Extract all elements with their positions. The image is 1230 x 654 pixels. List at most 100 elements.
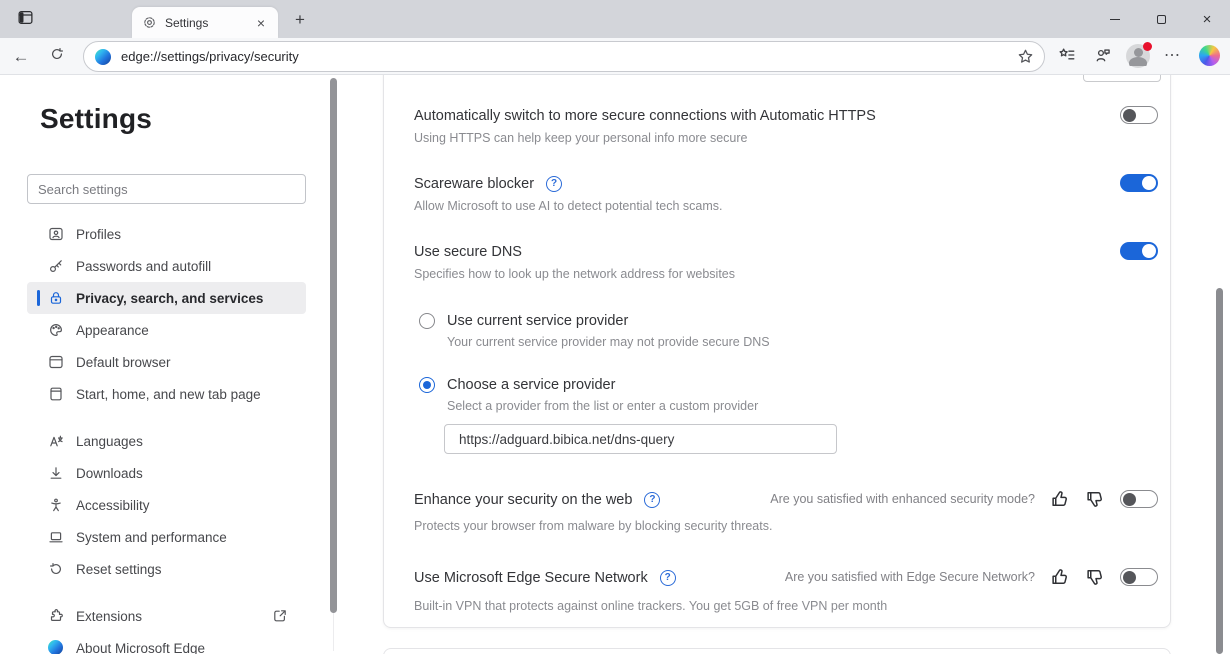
sidebar-item-label: Start, home, and new tab page <box>76 387 261 402</box>
puzzle-icon <box>48 608 64 624</box>
scareware-blocker-toggle[interactable] <box>1120 174 1158 192</box>
sidebar-item-label: About Microsoft Edge <box>76 641 205 654</box>
reset-icon <box>48 561 64 577</box>
dns-option-choose-provider: Choose a service provider Select a provi… <box>419 376 1158 413</box>
person-chat-icon <box>1094 46 1112 69</box>
setting-title: Use secure DNS <box>414 242 1158 262</box>
sidebar-item-label: Appearance <box>76 323 149 338</box>
url-text[interactable]: edge://settings/privacy/security <box>121 49 1017 64</box>
setting-title: Scareware blocker <box>414 174 534 194</box>
browser-feedback-button[interactable] <box>1089 43 1117 71</box>
secure-network-toggle[interactable] <box>1120 568 1158 586</box>
refresh-icon <box>49 46 65 67</box>
new-tab-button[interactable]: + <box>288 8 312 32</box>
sidebar-item-appearance[interactable]: Appearance <box>27 314 306 346</box>
setting-row-enhanced-security: Enhance your security on the web ? Prote… <box>414 490 1158 534</box>
setting-row-scareware-blocker: Scareware blocker ? Allow Microsoft to u… <box>414 174 1158 214</box>
page-icon <box>48 386 64 402</box>
secure-dns-toggle[interactable] <box>1120 242 1158 260</box>
copilot-icon[interactable] <box>1199 45 1220 66</box>
dns-option-current-provider: Use current service provider Your curren… <box>419 312 1158 349</box>
back-button[interactable]: ← <box>6 42 36 71</box>
tab-close-icon[interactable]: × <box>252 14 270 32</box>
sidebar-item-about[interactable]: About Microsoft Edge <box>27 632 306 654</box>
setting-row-secure-dns: Use secure DNS Specifies how to look up … <box>414 242 1158 282</box>
tab-title: Settings <box>165 16 252 30</box>
add-favorite-star-icon[interactable] <box>1017 48 1034 65</box>
sidebar-item-label: Languages <box>76 434 143 449</box>
window-maximize-button[interactable] <box>1138 0 1184 38</box>
minimize-icon <box>1110 19 1120 20</box>
sidebar-item-downloads[interactable]: Downloads <box>27 457 306 489</box>
security-section-card: Automatically switch to more secure conn… <box>383 75 1171 628</box>
setting-row-automatic-https: Automatically switch to more secure conn… <box>414 106 1158 146</box>
palette-icon <box>48 322 64 338</box>
feedback-question: Are you satisfied with enhanced security… <box>770 492 1035 506</box>
sidebar-item-reset[interactable]: Reset settings <box>27 553 306 585</box>
setting-title: Enhance your security on the web <box>414 490 632 510</box>
window-close-button[interactable]: × <box>1184 0 1230 38</box>
search-input[interactable] <box>27 174 306 204</box>
radio-description: Your current service provider may not pr… <box>447 335 1158 349</box>
refresh-button[interactable] <box>42 42 72 71</box>
profile-avatar[interactable] <box>1126 44 1150 68</box>
help-icon[interactable]: ? <box>644 492 660 508</box>
automatic-https-toggle[interactable] <box>1120 106 1158 124</box>
sidebar-item-label: Privacy, search, and services <box>76 291 263 306</box>
tab-actions-menu-button[interactable] <box>10 8 40 32</box>
sidebar-item-accessibility[interactable]: Accessibility <box>27 489 306 521</box>
sidebar-nav: Profiles Passwords and autofill Privacy,… <box>27 218 306 654</box>
help-icon[interactable]: ? <box>660 570 676 586</box>
browser-window-icon <box>48 354 64 370</box>
sidebar-item-profiles[interactable]: Profiles <box>27 218 306 250</box>
sidebar-item-label: Default browser <box>76 355 171 370</box>
setting-title: Automatically switch to more secure conn… <box>414 106 1158 126</box>
lock-icon <box>48 290 64 306</box>
window-minimize-button[interactable] <box>1092 0 1138 38</box>
tracking-dropdown-partial[interactable] <box>1083 75 1161 82</box>
sidebar-item-label: Reset settings <box>76 562 162 577</box>
thumbs-up-icon[interactable] <box>1050 489 1070 509</box>
languages-icon <box>48 433 64 449</box>
notification-dot <box>1143 42 1152 51</box>
sidebar-item-passwords[interactable]: Passwords and autofill <box>27 250 306 282</box>
settings-menu-button[interactable] <box>1158 43 1186 71</box>
external-link-icon <box>272 608 288 624</box>
sidebar-item-system[interactable]: System and performance <box>27 521 306 553</box>
thumbs-down-icon[interactable] <box>1085 489 1105 509</box>
window-controls: × <box>1092 0 1230 38</box>
feedback-cluster: Are you satisfied with enhanced security… <box>770 489 1158 509</box>
enhanced-security-toggle[interactable] <box>1120 490 1158 508</box>
dns-provider-input[interactable] <box>444 424 837 454</box>
radio-label[interactable]: Use current service provider <box>447 312 1158 331</box>
feedback-question: Are you satisfied with Edge Secure Netwo… <box>785 570 1035 584</box>
radio-label[interactable]: Choose a service provider <box>447 376 1158 395</box>
sidebar-item-default-browser[interactable]: Default browser <box>27 346 306 378</box>
favorites-button[interactable] <box>1053 43 1081 71</box>
sidebar-item-start-home[interactable]: Start, home, and new tab page <box>27 378 306 410</box>
help-icon[interactable]: ? <box>546 176 562 192</box>
laptop-icon <box>48 529 64 545</box>
sidebar-scrollbar-thumb[interactable] <box>330 78 337 613</box>
setting-subtitle: Using HTTPS can help keep your personal … <box>414 130 1158 146</box>
sidebar-item-label: Profiles <box>76 227 121 242</box>
page-scrollbar-thumb[interactable] <box>1216 288 1223 654</box>
sidebar-item-extensions[interactable]: Extensions <box>27 600 306 632</box>
page-title: Settings <box>40 103 340 135</box>
radio-button-unselected[interactable] <box>419 313 435 329</box>
radio-button-selected[interactable] <box>419 377 435 393</box>
next-section-card-partial <box>383 648 1171 654</box>
setting-subtitle: Protects your browser from malware by bl… <box>414 518 1158 534</box>
tab-settings[interactable]: Settings × <box>132 7 278 38</box>
gear-icon <box>142 15 157 30</box>
thumbs-down-icon[interactable] <box>1085 567 1105 587</box>
sidebar-item-label: Downloads <box>76 466 143 481</box>
sidebar-item-privacy[interactable]: Privacy, search, and services <box>27 282 306 314</box>
sidebar-item-languages[interactable]: Languages <box>27 425 306 457</box>
settings-sidebar: Settings Profiles Passwords and autofill… <box>0 75 340 654</box>
settings-page: Settings Profiles Passwords and autofill… <box>0 75 1230 654</box>
address-bar[interactable]: edge://settings/privacy/security <box>83 41 1045 72</box>
thumbs-up-icon[interactable] <box>1050 567 1070 587</box>
download-icon <box>48 465 64 481</box>
favorites-list-icon <box>1058 46 1076 69</box>
